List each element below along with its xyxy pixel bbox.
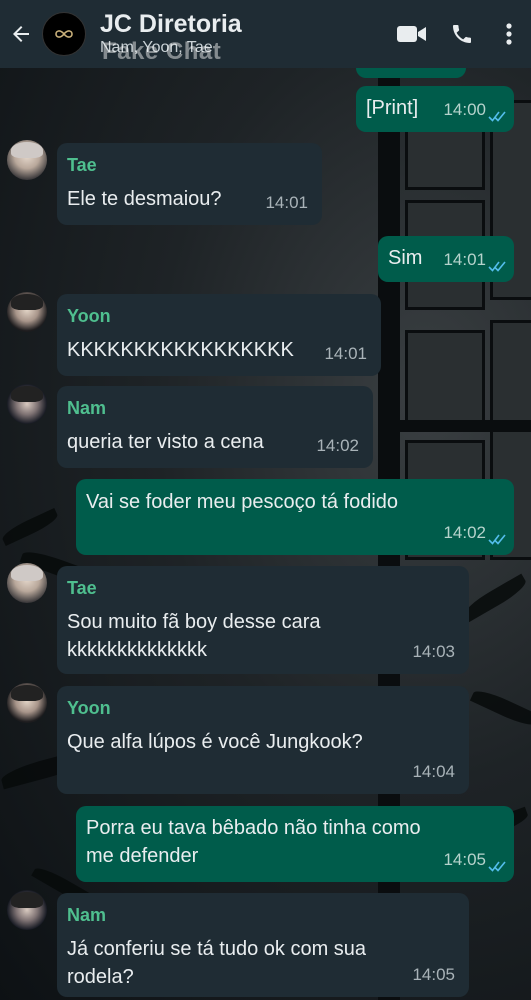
message-bubble[interactable]: Nam queria ter visto a cena 14:02 xyxy=(57,386,373,468)
avatar-nam[interactable] xyxy=(7,384,47,424)
message-sender: Yoon xyxy=(67,306,111,326)
voice-call-button[interactable] xyxy=(437,0,487,68)
avatar-tae[interactable] xyxy=(7,563,47,603)
message-text-line: kkkkkkkkkkkkkk xyxy=(67,639,207,661)
message-text-line: Porra eu tava bêbado não tinha como xyxy=(86,817,421,839)
read-receipt-icon xyxy=(488,111,506,122)
message-bubble[interactable]: Tae Ele te desmaiou? 14:01 xyxy=(57,143,322,225)
arrow-left-icon xyxy=(13,26,29,42)
read-receipt-icon xyxy=(488,534,506,545)
avatar-nam[interactable] xyxy=(7,890,47,930)
message-text: Ele te desmaiou? xyxy=(67,188,222,210)
message-time: 14:01 xyxy=(443,250,486,269)
read-receipt-icon xyxy=(488,861,506,872)
read-receipt-icon xyxy=(488,261,506,272)
message-text: queria ter visto a cena xyxy=(67,431,264,453)
message-time: 14:01 xyxy=(265,193,308,212)
avatar-yoon[interactable] xyxy=(7,292,47,332)
message-text-line: me defender xyxy=(86,845,199,867)
message-text-line: Já conferiu se tá tudo ok com sua xyxy=(67,938,367,960)
fake-chat-watermark: Fake Chat xyxy=(102,38,222,65)
message-text: Que alfa lúpos é você Jungkook? xyxy=(67,731,363,753)
chat-header: JC Diretoria Nam, Yoon, Tae xyxy=(0,0,531,68)
video-call-icon xyxy=(397,26,426,42)
message-time: 14:05 xyxy=(412,965,455,984)
back-button[interactable] xyxy=(0,0,42,68)
message-text-line: Sou muito fã boy desse cara xyxy=(67,611,321,633)
message-sender: Nam xyxy=(67,398,107,418)
message-bubble[interactable]: Yoon KKKKKKKKKKKKKKKKK 14:01 xyxy=(57,294,381,376)
message-time: 14:02 xyxy=(443,523,486,542)
message-time: 14:03 xyxy=(412,642,455,661)
message-text: Vai se foder meu pescoço tá fodido xyxy=(86,491,399,513)
avatar-tae[interactable] xyxy=(7,140,47,180)
message-bubble[interactable]: Vai se foder meu pescoço tá fodido 14:02 xyxy=(76,479,514,555)
more-options-button[interactable] xyxy=(487,0,531,68)
message-bubble[interactable]: [Print] 14:00 xyxy=(356,86,514,132)
message-text: KKKKKKKKKKKKKKKKK xyxy=(67,339,294,361)
phone-icon xyxy=(453,25,471,43)
message-sender: Nam xyxy=(67,905,107,925)
message-sender: Yoon xyxy=(67,698,111,718)
message-time: 14:02 xyxy=(316,436,359,455)
message-time: 14:00 xyxy=(443,100,486,119)
message-sender: Tae xyxy=(67,578,97,598)
message-bubble[interactable]: Nam Já conferiu se tá tudo ok com sua ro… xyxy=(57,893,469,997)
message-time: 14:05 xyxy=(443,850,486,869)
message-time: 14:01 xyxy=(324,344,367,363)
group-avatar[interactable] xyxy=(42,12,86,56)
message-sender: Tae xyxy=(67,155,97,175)
chat-title: JC Diretoria xyxy=(100,10,242,38)
message-bubble[interactable]: Porra eu tava bêbado não tinha como me d… xyxy=(76,806,514,882)
message-text: Sim xyxy=(388,247,423,269)
message-bubble[interactable]: Sim 14:01 xyxy=(378,236,514,282)
avatar-yoon[interactable] xyxy=(7,683,47,723)
message-time: 14:04 xyxy=(412,762,455,781)
message-bubble[interactable]: Tae Sou muito fã boy desse cara kkkkkkkk… xyxy=(57,566,469,674)
message-text-line: rodela? xyxy=(67,966,134,988)
infinity-logo-icon xyxy=(55,30,73,38)
message-bubble[interactable]: Yoon Que alfa lúpos é você Jungkook? 14:… xyxy=(57,686,469,794)
more-vert-icon xyxy=(506,23,512,45)
video-call-button[interactable] xyxy=(387,0,437,68)
message-text: [Print] xyxy=(366,97,419,119)
